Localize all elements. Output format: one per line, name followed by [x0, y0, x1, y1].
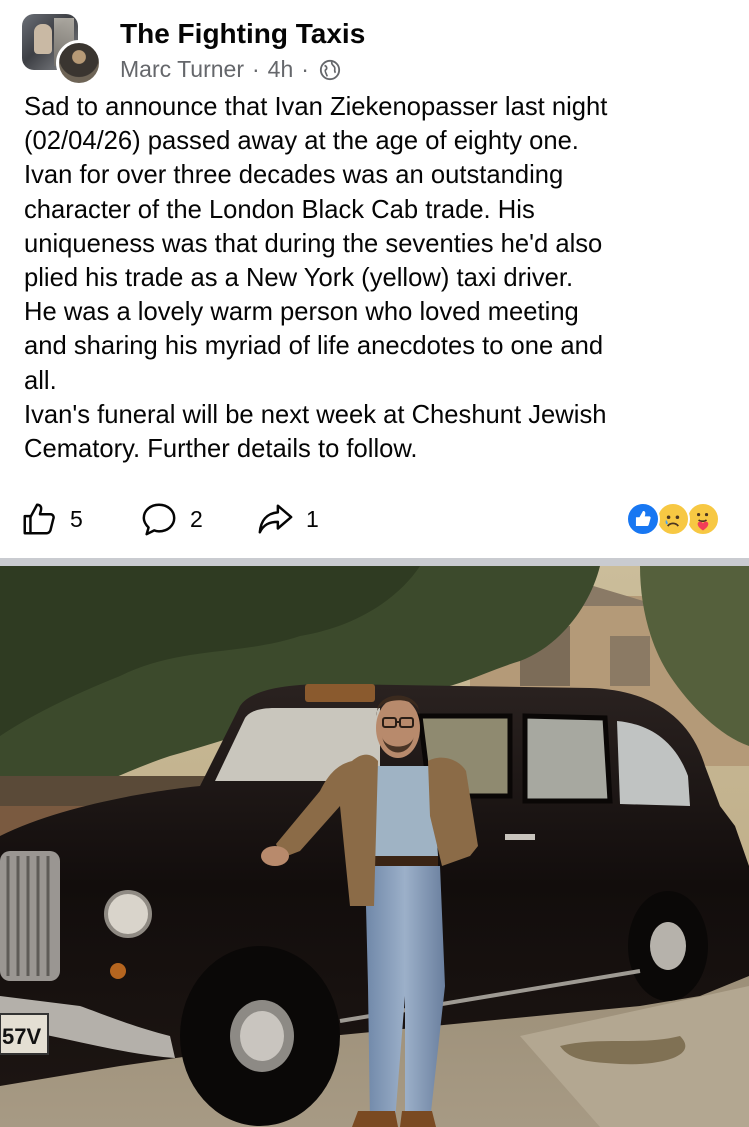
- post-line: Cematory. Further details to follow.: [24, 435, 418, 464]
- post-line: (02/04/26) passed away at the age of eig…: [24, 127, 579, 156]
- globe-icon: [319, 59, 341, 81]
- post-header: The Fighting Taxis Marc Turner · 4h ·: [22, 12, 722, 88]
- meta-separator: ·: [251, 56, 260, 82]
- post-meta: Marc Turner · 4h ·: [120, 56, 341, 83]
- post-line: uniqueness was that during the seventies…: [24, 229, 603, 258]
- like-reaction-icon: [626, 502, 660, 536]
- share-arrow-icon: [258, 504, 293, 534]
- share-count: 1: [306, 505, 319, 532]
- post-line: Ivan for over three decades was an outst…: [24, 161, 564, 190]
- thumbs-up-icon: [23, 503, 55, 535]
- comment-button[interactable]: 2: [140, 500, 203, 538]
- post-line: Sad to announce that Ivan Ziekenopasser …: [24, 93, 608, 121]
- action-bar: 5 2 1: [20, 500, 730, 540]
- author-name[interactable]: Marc Turner: [120, 56, 244, 83]
- group-avatar[interactable]: [22, 14, 102, 86]
- divider: [0, 558, 749, 566]
- meta-separator-2: ·: [301, 56, 309, 82]
- care-reaction-icon: [686, 502, 720, 536]
- post-line: character of the London Black Cab trade.…: [24, 195, 535, 224]
- share-button[interactable]: 1: [256, 500, 319, 538]
- post-body: Sad to announce that Ivan Ziekenopasser …: [24, 90, 730, 466]
- post-line: and sharing his myriad of life anecdotes…: [24, 332, 604, 361]
- post-time[interactable]: 4h: [268, 56, 294, 83]
- sad-reaction-icon: [656, 502, 690, 536]
- post-photo[interactable]: 57V: [0, 566, 749, 1127]
- post-line: plied his trade as a New York (yellow) t…: [24, 264, 574, 293]
- like-count: 5: [70, 505, 83, 532]
- post-line: Ivan's funeral will be next week at Ches…: [24, 400, 607, 429]
- like-button[interactable]: 5: [20, 500, 83, 538]
- post: The Fighting Taxis Marc Turner · 4h · Sa…: [0, 0, 749, 1127]
- reaction-summary[interactable]: [626, 502, 726, 536]
- post-line: He was a lovely warm person who loved me…: [24, 298, 579, 327]
- comment-count: 2: [190, 505, 203, 532]
- post-line: all.: [24, 366, 57, 395]
- author-avatar[interactable]: [56, 40, 102, 86]
- number-plate-text: 57V: [2, 1024, 41, 1049]
- comment-bubble-icon: [142, 503, 176, 536]
- group-name[interactable]: The Fighting Taxis: [120, 18, 365, 50]
